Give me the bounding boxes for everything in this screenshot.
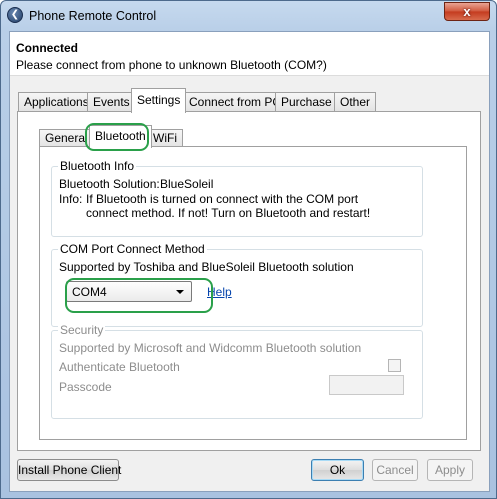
solution-value: BlueSoleil [160, 177, 214, 191]
authenticate-label: Authenticate Bluetooth [59, 360, 180, 374]
tab-other[interactable]: Other [334, 92, 377, 111]
status-message: Please connect from phone to unknown Blu… [16, 58, 327, 72]
chevron-down-icon [176, 290, 184, 294]
title-bar[interactable]: ❮ Phone Remote Control x [1, 1, 496, 31]
subtab-general[interactable]: General [39, 129, 94, 147]
subtab-wifi[interactable]: WiFi [147, 129, 183, 147]
install-phone-client-button[interactable]: Install Phone Client [17, 459, 121, 481]
tab-purchase[interactable]: Purchase [275, 92, 338, 111]
window-title: Phone Remote Control [29, 9, 157, 23]
bluetooth-tab-panel: Bluetooth Info Bluetooth Solution: BlueS… [39, 146, 467, 440]
help-link[interactable]: Help [207, 285, 232, 299]
info-line-2: connect method. If not! Turn on Bluetoot… [86, 206, 371, 220]
com-port-title: COM Port Connect Method [58, 242, 207, 256]
tab-events[interactable]: Events [87, 92, 136, 111]
bluetooth-info-title: Bluetooth Info [58, 159, 137, 173]
com-port-group: COM Port Connect Method Supported by Tos… [51, 242, 423, 327]
close-button[interactable]: x [444, 2, 490, 21]
dialog-client-area: Connected Please connect from phone to u… [9, 31, 490, 492]
main-window: ❮ Phone Remote Control x Connected Pleas… [0, 0, 497, 499]
app-icon[interactable]: ❮ [7, 7, 23, 23]
status-panel: Connected Please connect from phone to u… [10, 32, 489, 76]
security-supported-text: Supported by Microsoft and Widcomm Bluet… [59, 341, 362, 355]
security-title: Security [58, 323, 106, 337]
security-group: Security Supported by Microsoft and Widc… [51, 323, 423, 419]
info-line-1: If Bluetooth is turned on connect with t… [86, 192, 359, 206]
bluetooth-info-group: Bluetooth Info Bluetooth Solution: BlueS… [51, 159, 423, 237]
cancel-button[interactable]: Cancel [372, 459, 418, 481]
passcode-label: Passcode [59, 380, 112, 394]
info-label: Info: [59, 192, 83, 206]
com-port-selected-value: COM4 [72, 285, 107, 299]
authenticate-checkbox[interactable] [388, 359, 401, 372]
com-port-select[interactable]: COM4 [66, 281, 192, 302]
tab-applications[interactable]: Applications [18, 92, 95, 111]
subtab-bluetooth[interactable]: Bluetooth [89, 125, 152, 148]
apply-button[interactable]: Apply [427, 459, 473, 481]
tab-settings[interactable]: Settings [131, 88, 187, 113]
passcode-field[interactable] [329, 375, 404, 395]
ok-button[interactable]: Ok [311, 459, 364, 481]
com-port-supported-text: Supported by Toshiba and BlueSoleil Blue… [59, 260, 354, 274]
tab-connect-from-pc[interactable]: Connect from PC [183, 92, 288, 111]
status-title: Connected [16, 41, 79, 55]
settings-tab-panel: General Bluetooth WiFi Bluetooth Info Bl… [17, 111, 481, 451]
solution-label: Bluetooth Solution: [59, 177, 160, 191]
